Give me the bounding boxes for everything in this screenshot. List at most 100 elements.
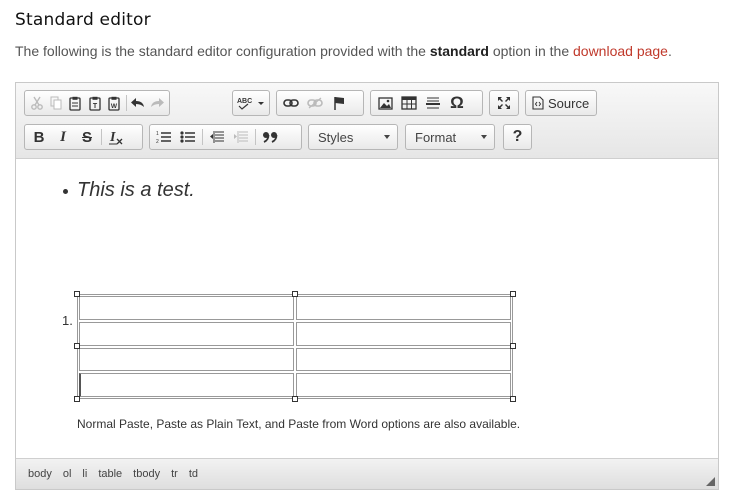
editor-content-area[interactable]: This is a test. 1. Normal Paste, Paste a… <box>16 159 718 457</box>
resize-handle[interactable] <box>74 291 80 297</box>
path-item-table[interactable]: table <box>94 466 126 482</box>
clipboard-group: T W <box>24 90 170 116</box>
help-icon: ? <box>512 128 523 145</box>
resize-grip-icon[interactable] <box>706 477 715 486</box>
image-icon <box>377 96 393 110</box>
format-dropdown[interactable]: Format <box>405 124 495 150</box>
svg-text:W: W <box>111 103 118 110</box>
outdent-button[interactable] <box>205 126 229 148</box>
basicstyles-group: B I S I <box>24 124 143 150</box>
strike-button[interactable]: S <box>75 126 99 148</box>
redo-button[interactable] <box>148 92 167 114</box>
styles-dropdown[interactable]: Styles <box>308 124 398 150</box>
resize-handle[interactable] <box>510 291 516 297</box>
italic-icon: I <box>60 128 66 145</box>
resize-handle[interactable] <box>74 396 80 402</box>
path-item-ol[interactable]: ol <box>59 466 76 482</box>
paste-from-word-button[interactable]: W <box>104 92 123 114</box>
source-group: Source <box>525 90 597 116</box>
spellcheck-icon: ABC <box>237 98 264 110</box>
table-cell[interactable] <box>296 347 511 372</box>
resize-handle[interactable] <box>510 343 516 349</box>
blockquote-button[interactable] <box>258 126 282 148</box>
bulleted-list-button[interactable] <box>176 126 200 148</box>
intro-bold: standard <box>429 43 489 59</box>
undo-button[interactable] <box>128 92 147 114</box>
note-text: Normal Paste, Paste as Plain Text, and P… <box>77 417 521 431</box>
link-group <box>276 90 364 116</box>
path-item-li[interactable]: li <box>78 466 91 482</box>
paste-text-button[interactable]: T <box>85 92 104 114</box>
spellcheck-button[interactable]: ABC <box>235 92 267 114</box>
help-button[interactable]: ? <box>506 126 529 148</box>
numbered-list-button[interactable]: 12 <box>152 126 176 148</box>
format-label: Format <box>415 129 457 145</box>
link-button[interactable] <box>279 92 303 114</box>
help-group: ? <box>503 124 532 150</box>
element-path-bar: body ol li table tbody tr td <box>16 458 718 489</box>
source-button[interactable]: Source <box>528 92 594 114</box>
intro-end: . <box>667 43 672 59</box>
bold-button[interactable]: B <box>27 126 51 148</box>
table-icon <box>401 96 417 110</box>
resize-handle[interactable] <box>292 291 298 297</box>
indent-button[interactable] <box>229 126 253 148</box>
table-button[interactable] <box>397 92 421 114</box>
image-button[interactable] <box>373 92 397 114</box>
path-item-td[interactable]: td <box>185 466 202 482</box>
table-cell[interactable] <box>79 321 294 346</box>
page-title: Standard editor <box>15 10 151 30</box>
resize-handle[interactable] <box>74 343 80 349</box>
table-cell[interactable] <box>296 373 511 397</box>
copy-icon <box>50 96 62 110</box>
maximize-group <box>489 90 519 116</box>
horizontal-rule-button[interactable] <box>421 92 445 114</box>
cut-icon <box>30 96 43 110</box>
content-table[interactable] <box>77 294 513 399</box>
path-item-body[interactable]: body <box>24 466 56 482</box>
quote-icon <box>263 132 278 143</box>
unlink-button[interactable] <box>303 92 327 114</box>
spellcheck-group: ABC <box>232 90 270 116</box>
svg-text:I: I <box>109 130 116 145</box>
italic-button[interactable]: I <box>51 126 75 148</box>
intro-prefix: The following is the standard editor con… <box>15 43 430 59</box>
editor-toolbar: T W ABC Ω Source B I S I 1 2 Styles Form… <box>16 83 718 159</box>
anchor-button[interactable] <box>327 92 351 114</box>
download-page-link[interactable]: download page <box>573 43 668 59</box>
copy-button[interactable] <box>46 92 65 114</box>
omega-icon: Ω <box>450 93 464 112</box>
cut-button[interactable] <box>27 92 46 114</box>
source-label: Source <box>548 95 590 111</box>
remove-format-icon: I <box>109 130 123 145</box>
maximize-button[interactable] <box>492 92 516 114</box>
chevron-down-icon <box>481 135 487 139</box>
list-number: 1. <box>62 313 73 328</box>
unlink-icon <box>307 97 323 109</box>
undo-icon <box>131 98 145 107</box>
path-item-tr[interactable]: tr <box>167 466 182 482</box>
table-cell[interactable] <box>79 347 294 372</box>
svg-text:T: T <box>92 103 97 110</box>
special-char-button[interactable]: Ω <box>445 92 469 114</box>
bullet-text: This is a test. <box>77 179 195 201</box>
paste-button[interactable] <box>66 92 85 114</box>
resize-handle[interactable] <box>510 396 516 402</box>
bullet-marker <box>63 189 68 194</box>
table-cell[interactable] <box>79 296 294 320</box>
resize-handle[interactable] <box>292 396 298 402</box>
bulleted-list-icon <box>180 131 195 143</box>
table-cell[interactable] <box>296 296 511 320</box>
outdent-icon <box>210 131 224 143</box>
paste-text-icon: T <box>88 96 101 111</box>
svg-text:1: 1 <box>156 131 159 137</box>
indent-icon <box>234 131 248 143</box>
numbered-list-icon: 12 <box>156 131 171 144</box>
remove-format-button[interactable]: I <box>104 126 128 148</box>
paragraph-group: 12 <box>149 124 302 150</box>
strikethrough-icon: S <box>81 128 92 146</box>
path-item-tbody[interactable]: tbody <box>129 466 164 482</box>
table-cell[interactable] <box>296 321 511 346</box>
table-cell-active[interactable] <box>79 373 294 397</box>
horizontal-rule-icon <box>426 97 440 109</box>
